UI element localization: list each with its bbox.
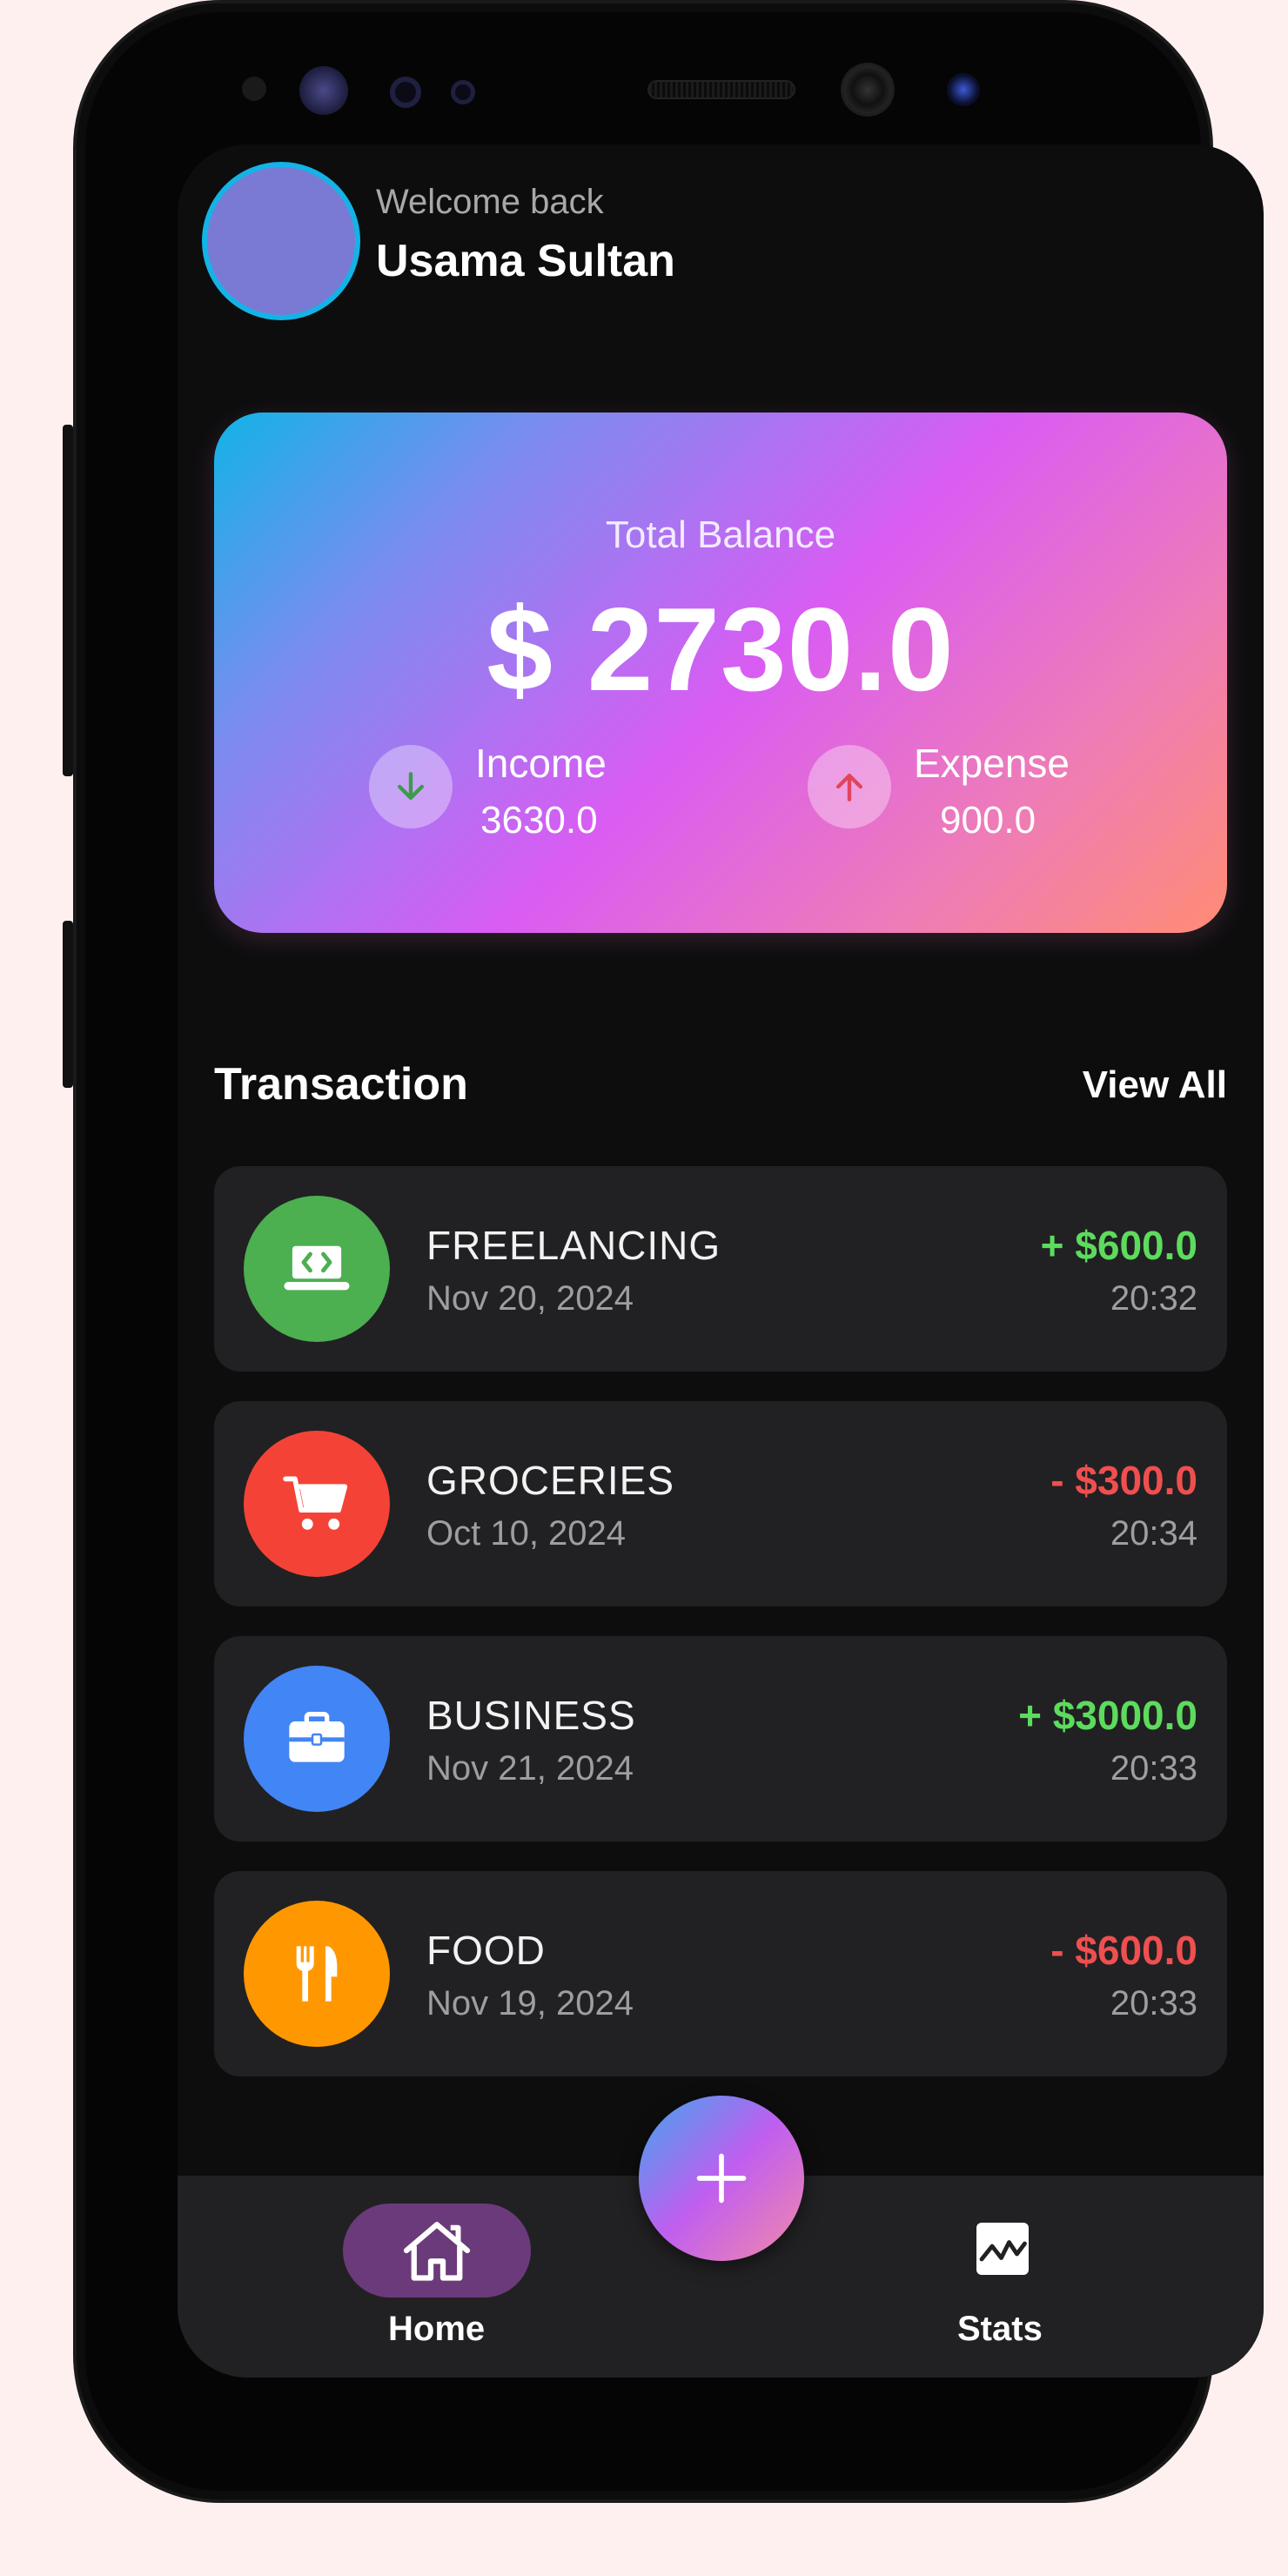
add-transaction-button[interactable]: [639, 2096, 804, 2261]
front-camera: [841, 63, 895, 117]
sensor-dot: [242, 77, 266, 101]
expense-label: Expense: [914, 741, 1070, 786]
laptop-code-icon: [244, 1196, 390, 1342]
utensils-icon: [244, 1901, 390, 2047]
expense-value: 900.0: [940, 799, 1036, 842]
user-name: Usama Sultan: [376, 236, 675, 286]
income-label: Income: [475, 741, 607, 786]
transaction-category: BUSINESS: [426, 1693, 636, 1738]
transaction-time: 20:32: [1110, 1279, 1197, 1318]
volume-up-button: [63, 425, 73, 776]
transaction-row[interactable]: BUSINESS Nov 21, 2024 + $3000.0 20:33: [214, 1636, 1227, 1841]
transaction-date: Oct 10, 2024: [426, 1514, 627, 1553]
nav-stats-label[interactable]: Stats: [957, 2310, 1043, 2349]
income-arrow-icon: [369, 745, 453, 828]
income-value: 3630.0: [480, 799, 598, 842]
home-icon: [403, 2222, 471, 2281]
view-all-link[interactable]: View All: [1083, 1063, 1227, 1107]
transaction-time: 20:33: [1110, 1984, 1197, 2023]
transaction-amount: - $300.0: [1050, 1458, 1197, 1503]
transaction-category: GROCERIES: [426, 1458, 675, 1503]
cart-icon: [244, 1431, 390, 1577]
transaction-row[interactable]: FREELANCING Nov 20, 2024 + $600.0 20:32: [214, 1166, 1227, 1372]
balance-card: Total Balance $ 2730.0 Income 3630.0 Exp…: [214, 413, 1227, 933]
phone-frame: Welcome back Usama Sultan Total Balance …: [73, 0, 1264, 2503]
app-screen: Welcome back Usama Sultan Total Balance …: [178, 144, 1264, 2378]
nav-home-button[interactable]: [343, 2204, 531, 2298]
transaction-date: Nov 19, 2024: [426, 1984, 634, 2023]
transaction-section-title: Transaction: [214, 1059, 468, 1110]
iris-scanner: [299, 66, 348, 115]
total-balance-label: Total Balance: [605, 513, 836, 556]
transaction-time: 20:33: [1110, 1749, 1197, 1788]
volume-down-button: [63, 921, 73, 1088]
transaction-row[interactable]: GROCERIES Oct 10, 2024 - $300.0 20:34: [214, 1401, 1227, 1607]
total-balance-amount: $ 2730.0: [486, 583, 955, 715]
stats-icon[interactable]: [971, 2217, 1034, 2280]
transaction-date: Nov 21, 2024: [426, 1749, 634, 1788]
sensor-ring-small: [451, 80, 475, 104]
transaction-amount: - $600.0: [1050, 1928, 1197, 1973]
earpiece-speaker: [647, 80, 795, 99]
transaction-row[interactable]: FOOD Nov 19, 2024 - $600.0 20:33: [214, 1871, 1227, 2076]
transaction-time: 20:34: [1110, 1514, 1197, 1553]
avatar[interactable]: [202, 162, 360, 320]
expense-arrow-icon: [808, 745, 891, 828]
transaction-amount: + $3000.0: [1018, 1693, 1197, 1738]
transaction-category: FREELANCING: [426, 1223, 721, 1268]
nav-home-label[interactable]: Home: [388, 2310, 485, 2349]
front-sensor: [947, 73, 980, 106]
sensor-ring: [390, 77, 421, 108]
plus-icon: [696, 2153, 747, 2204]
transaction-date: Nov 20, 2024: [426, 1279, 634, 1318]
transaction-amount: + $600.0: [1040, 1223, 1197, 1268]
transaction-category: FOOD: [426, 1928, 546, 1973]
briefcase-icon: [244, 1666, 390, 1812]
welcome-text: Welcome back: [376, 183, 604, 221]
